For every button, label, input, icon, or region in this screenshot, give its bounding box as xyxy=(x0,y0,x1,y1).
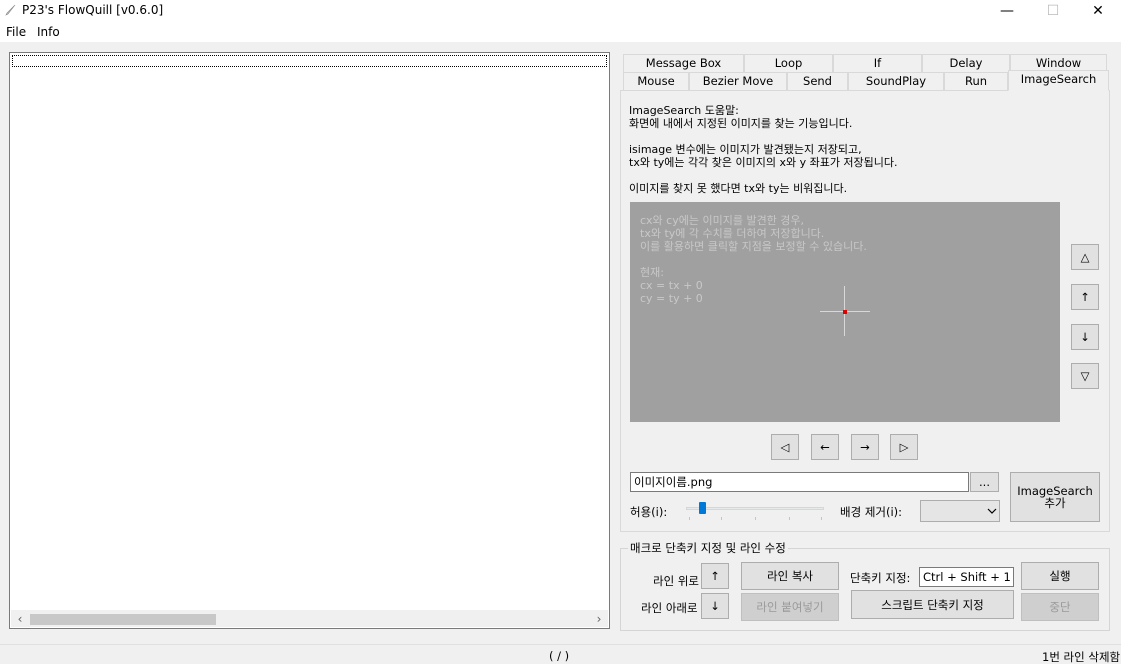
chevron-down-icon xyxy=(987,508,997,514)
maximize-button[interactable]: ☐ xyxy=(1030,0,1076,22)
offset-up-button[interactable]: ↑ xyxy=(1071,284,1099,310)
slider-tick xyxy=(689,517,690,520)
slider-tick xyxy=(821,517,822,520)
tab-send[interactable]: Send xyxy=(787,72,848,90)
slider-tick xyxy=(789,517,790,520)
slider-tick xyxy=(755,517,756,520)
run-button[interactable]: 실행 xyxy=(1021,562,1099,590)
tab-delay[interactable]: Delay xyxy=(922,54,1010,72)
line-down-button[interactable]: ↓ xyxy=(701,593,729,619)
offset-right-big-button[interactable]: ▷ xyxy=(890,434,918,460)
paste-line-button[interactable]: 라인 붙여넣기 xyxy=(741,593,839,621)
script-editor[interactable]: ‹ › xyxy=(9,52,610,629)
preview-cy: cy = ty + 0 xyxy=(640,292,703,305)
horizontal-scrollbar[interactable]: ‹ › xyxy=(11,610,608,627)
tab-soundplay[interactable]: SoundPlay xyxy=(848,72,944,90)
stop-button[interactable]: 중단 xyxy=(1021,593,1099,621)
bg-remove-label: 배경 제거(i): xyxy=(840,505,903,519)
tab-imagesearch[interactable]: ImageSearch xyxy=(1008,70,1109,91)
scroll-right-icon[interactable]: › xyxy=(591,611,607,627)
editor-selected-line[interactable] xyxy=(12,55,607,67)
preview-text-3: 이를 활용하면 클릭할 지점을 보정할 수 있습니다. xyxy=(640,240,867,253)
preview-text-current: 현재: xyxy=(640,266,664,279)
help-not-found: 이미지를 찾지 못 했다면 tx와 ty는 비워집니다. xyxy=(629,182,848,195)
offset-right-button[interactable]: → xyxy=(851,434,879,460)
offset-left-button[interactable]: ← xyxy=(811,434,839,460)
status-message: 1번 라인 삭제함 xyxy=(1042,650,1121,664)
window-title: P23's FlowQuill [v0.6.0] xyxy=(22,3,164,17)
status-line-position: ( / ) xyxy=(549,649,570,663)
tab-message-box[interactable]: Message Box xyxy=(623,54,744,72)
tab-run[interactable]: Run xyxy=(944,72,1008,90)
copy-line-button[interactable]: 라인 복사 xyxy=(741,562,839,590)
line-up-button[interactable]: ↑ xyxy=(701,563,729,589)
tab-bezier-move[interactable]: Bezier Move xyxy=(689,72,787,90)
close-button[interactable]: ✕ xyxy=(1075,0,1121,22)
quill-icon xyxy=(5,4,16,16)
tolerance-slider-thumb[interactable] xyxy=(698,502,706,514)
line-down-label: 라인 아래로 xyxy=(641,601,698,615)
menu-info[interactable]: Info xyxy=(37,25,60,39)
scroll-left-icon[interactable]: ‹ xyxy=(12,611,28,627)
offset-down-button[interactable]: ↓ xyxy=(1071,324,1099,350)
browse-button[interactable]: ... xyxy=(970,472,999,492)
offset-left-big-button[interactable]: ◁ xyxy=(771,434,799,460)
tab-if[interactable]: If xyxy=(833,54,922,72)
bg-remove-dropdown[interactable] xyxy=(920,500,1000,522)
title-bar xyxy=(0,0,1121,22)
menu-bar xyxy=(0,22,1121,42)
crosshair-center-dot xyxy=(843,310,847,314)
image-name-input[interactable]: 이미지이름.png xyxy=(630,472,969,492)
minimize-button[interactable]: — xyxy=(984,0,1030,22)
group-title: 매크로 단축키 지정 및 라인 수정 xyxy=(628,540,788,556)
help-description: 화면에 내에서 지정된 이미지를 찾는 기능입니다. xyxy=(629,117,853,130)
line-up-label: 라인 위로 xyxy=(653,574,699,588)
offset-down-big-button[interactable]: ▽ xyxy=(1071,363,1099,389)
script-hotkey-button[interactable]: 스크립트 단축키 지정 xyxy=(851,590,1014,619)
tolerance-label: 허용(i): xyxy=(630,505,668,519)
hotkey-label: 단축키 지정: xyxy=(850,571,911,585)
hotkey-input[interactable]: Ctrl + Shift + 1 xyxy=(919,567,1014,587)
help-txty: tx와 ty에는 각각 찾은 이미지의 x와 y 좌표가 저장됩니다. xyxy=(629,156,898,169)
preview-cx: cx = tx + 0 xyxy=(640,279,703,292)
add-imagesearch-button[interactable]: ImageSearch 추가 xyxy=(1010,472,1100,522)
tab-loop[interactable]: Loop xyxy=(744,54,833,72)
tab-mouse[interactable]: Mouse xyxy=(623,72,689,90)
offset-up-big-button[interactable]: △ xyxy=(1071,244,1099,270)
tolerance-slider-track[interactable] xyxy=(686,507,824,510)
scroll-thumb[interactable] xyxy=(30,614,216,625)
slider-tick xyxy=(721,517,722,520)
menu-file[interactable]: File xyxy=(6,25,26,39)
